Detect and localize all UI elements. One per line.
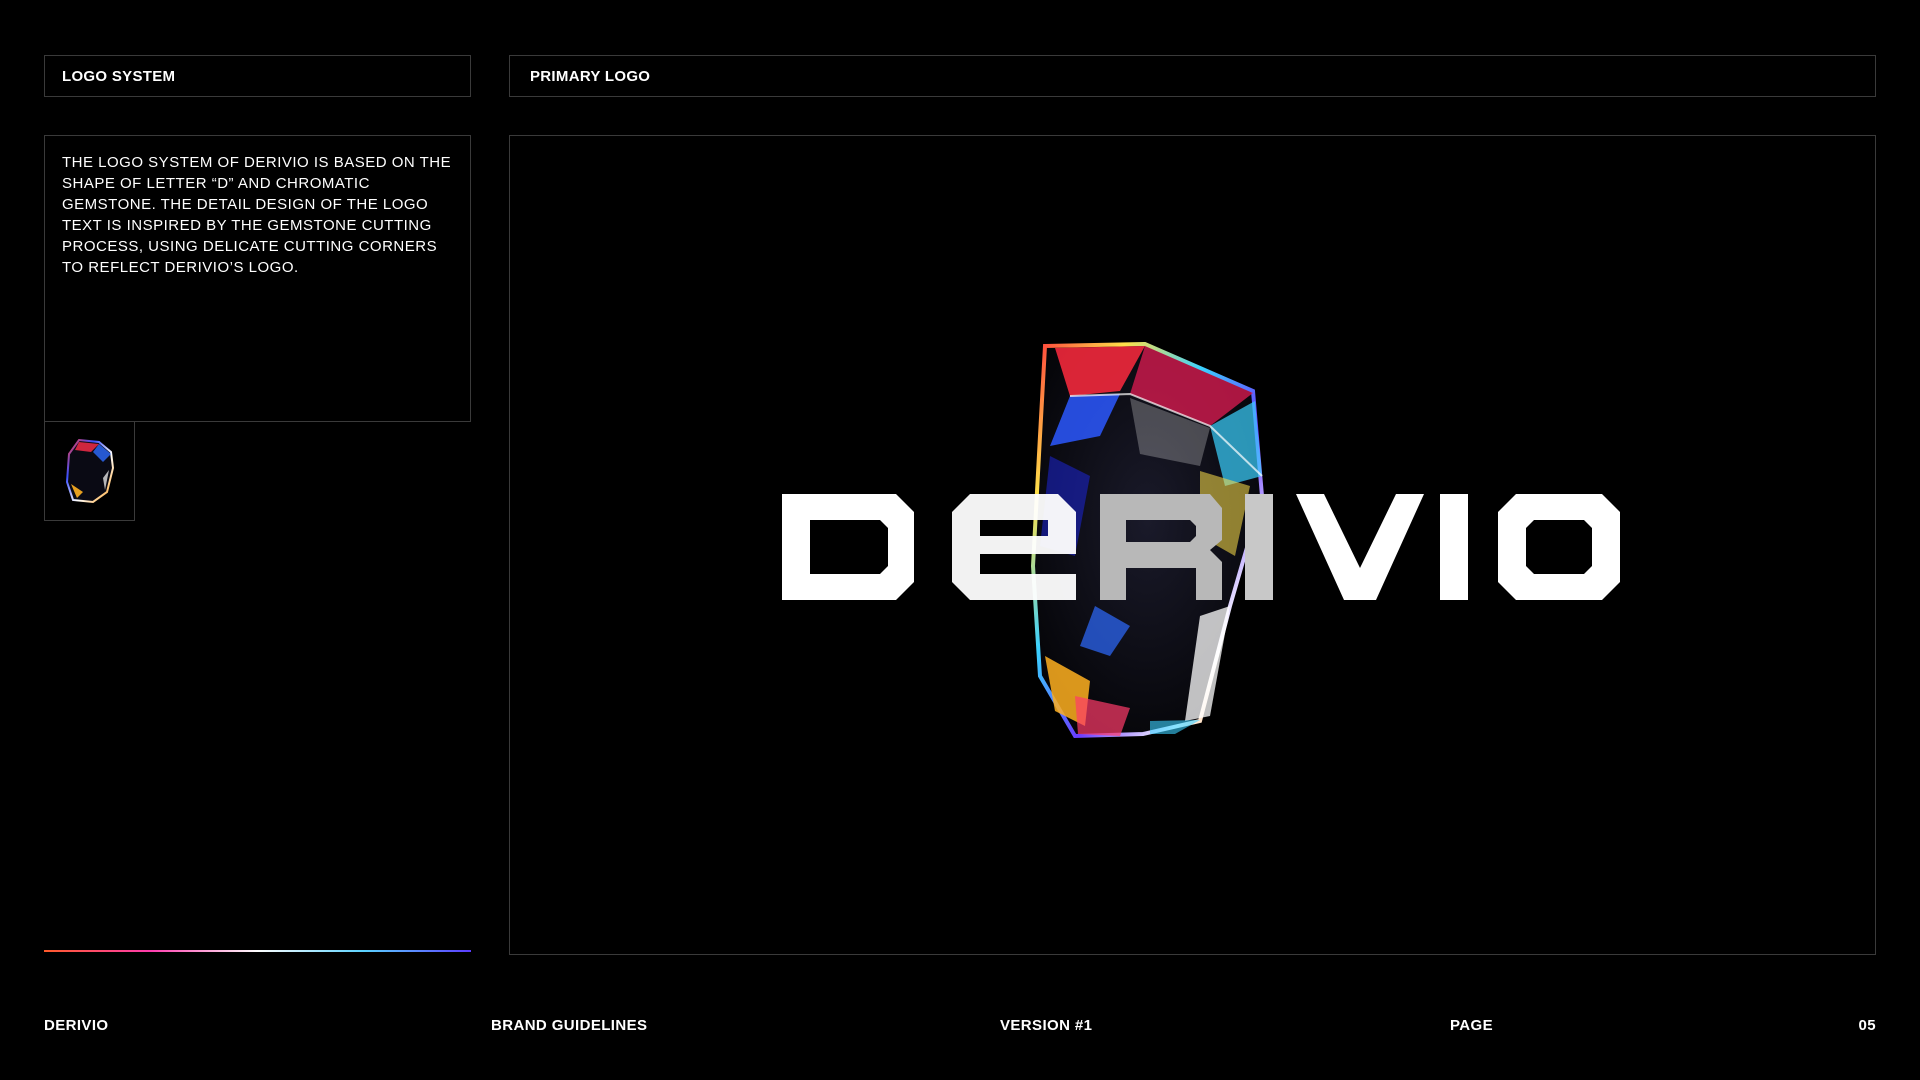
footer-page-label: PAGE (1450, 1017, 1493, 1034)
primary-logo-label: PRIMARY LOGO (530, 68, 651, 85)
footer-page-number: 05 (1858, 1017, 1876, 1034)
primary-logo-panel (509, 135, 1876, 955)
logo-wordmark (782, 494, 1620, 600)
gemstone-thumbnail (44, 421, 135, 521)
primary-logo-label-box: PRIMARY LOGO (509, 55, 1876, 97)
footer-document-title: BRAND GUIDELINES (491, 1017, 648, 1034)
description-box: THE LOGO SYSTEM OF DERIVIO IS BASED ON T… (44, 135, 471, 422)
description-text: THE LOGO SYSTEM OF DERIVIO IS BASED ON T… (62, 154, 452, 276)
logo-artwork (782, 341, 1620, 739)
section-label: LOGO SYSTEM (62, 68, 176, 85)
section-label-box: LOGO SYSTEM (44, 55, 471, 97)
footer-version: VERSION #1 (1000, 1017, 1093, 1034)
gemstone-icon (65, 438, 115, 504)
gradient-divider (44, 950, 471, 952)
footer-brand: DERIVIO (44, 1017, 109, 1034)
